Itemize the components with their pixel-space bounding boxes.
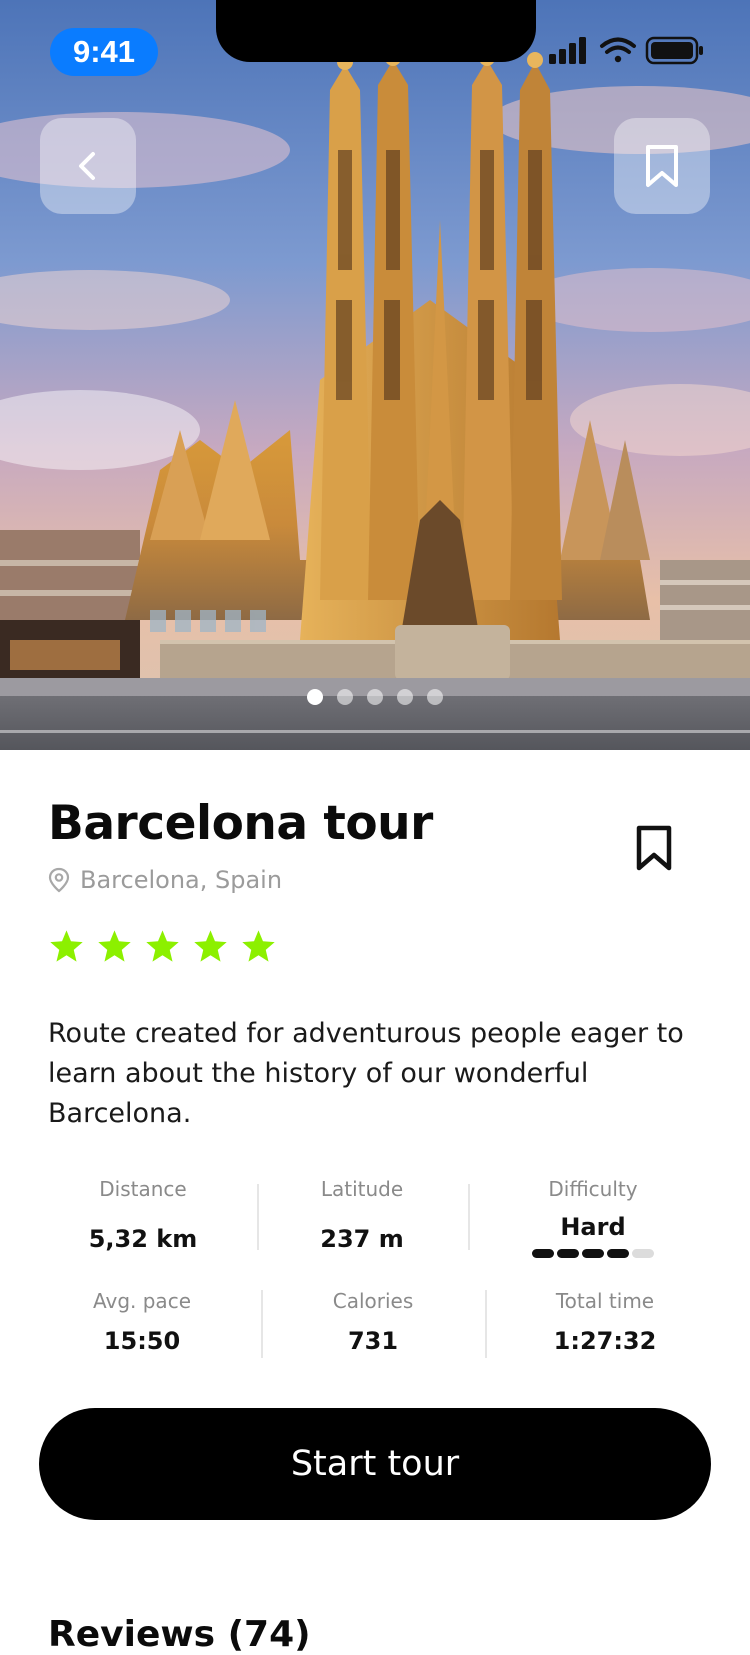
stat-total-time: Total time 1:27:32: [505, 1289, 705, 1355]
star-icon: [98, 930, 131, 962]
difficulty-segment: [532, 1249, 554, 1258]
stat-label: Latitude: [320, 1177, 404, 1201]
chevron-left-icon: [79, 152, 95, 180]
status-time: 9:41: [50, 28, 158, 76]
tour-description: Route created for adventurous people eag…: [48, 1018, 684, 1129]
divider: [468, 1184, 470, 1250]
divider: [485, 1290, 487, 1358]
star-icon: [50, 930, 83, 962]
stat-label: Distance: [99, 1177, 187, 1201]
stat-distance: Distance 5,32 km: [43, 1177, 243, 1253]
stat-label: Total time: [555, 1289, 655, 1313]
back-button[interactable]: [40, 118, 136, 214]
status-icons: [545, 34, 705, 68]
stat-value: 15:50: [103, 1327, 181, 1355]
location-text: Barcelona, Spain: [80, 866, 283, 894]
stat-value: 731: [347, 1327, 399, 1355]
bookmark-icon: [636, 825, 672, 871]
start-tour-button[interactable]: Start tour: [39, 1408, 711, 1520]
difficulty-segment: [557, 1249, 579, 1258]
stat-value: 5,32 km: [88, 1225, 198, 1253]
carousel-dots: [307, 689, 443, 705]
difficulty-segment: [607, 1249, 629, 1258]
carousel-dot[interactable]: [307, 689, 323, 705]
battery-icon: [645, 36, 703, 65]
stat-calories: Calories 731: [273, 1289, 473, 1355]
stat-value: Hard: [560, 1213, 626, 1241]
save-tour-button[interactable]: [634, 824, 674, 872]
wifi-icon: [600, 37, 636, 63]
carousel-dot[interactable]: [397, 689, 413, 705]
device-notch: [216, 0, 536, 62]
star-icon: [194, 930, 227, 962]
tour-title: Barcelona tour: [48, 796, 433, 851]
rating-stars: [48, 928, 277, 965]
difficulty-meter: [493, 1249, 693, 1258]
difficulty-segment: [632, 1249, 654, 1258]
difficulty-segment: [582, 1249, 604, 1258]
tour-location: Barcelona, Spain: [48, 866, 282, 894]
stat-value: 1:27:32: [553, 1327, 657, 1355]
star-icon: [146, 930, 179, 962]
reviews-heading: Reviews (74): [48, 1614, 311, 1655]
star-icon: [242, 930, 275, 962]
hero-photo: [0, 0, 750, 750]
stat-label: Calories: [332, 1289, 414, 1313]
divider: [261, 1290, 263, 1358]
carousel-dot[interactable]: [427, 689, 443, 705]
stat-label: Difficulty: [548, 1177, 638, 1201]
stat-label: Avg. pace: [92, 1289, 191, 1313]
hero-bookmark-button[interactable]: [614, 118, 710, 214]
hero-image: [0, 0, 750, 750]
stat-difficulty: Difficulty Hard: [493, 1177, 693, 1258]
cellular-signal-icon: [549, 37, 586, 64]
bookmark-icon: [646, 145, 678, 187]
stat-latitude: Latitude 237 m: [262, 1177, 462, 1253]
divider: [257, 1184, 259, 1250]
carousel-dot[interactable]: [367, 689, 383, 705]
map-pin-icon: [48, 867, 70, 893]
stat-avg-pace: Avg. pace 15:50: [42, 1289, 242, 1355]
carousel-dot[interactable]: [337, 689, 353, 705]
stat-value: 237 m: [320, 1225, 404, 1253]
